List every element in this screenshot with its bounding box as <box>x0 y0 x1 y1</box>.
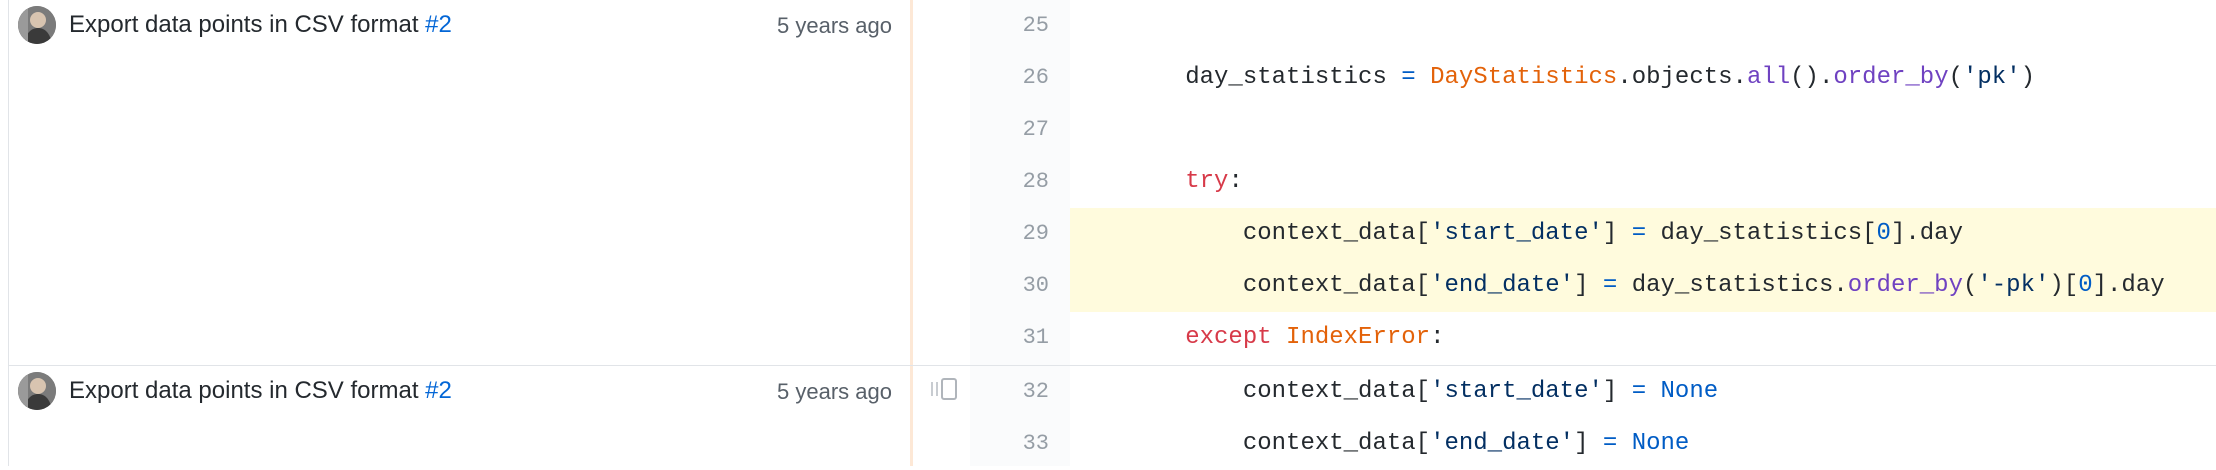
line-code: try: <box>1070 156 2216 208</box>
code-line: 32 context_data['start_date'] = None <box>0 366 2216 418</box>
code-token: all <box>1746 64 1791 91</box>
code-token: : <box>1228 168 1243 195</box>
code-token: context_data[ <box>1070 378 1431 405</box>
code-token: 0 <box>2078 272 2093 299</box>
code-token: = <box>1631 378 1647 405</box>
code-token: day_statistics. <box>1617 272 1848 299</box>
code-token: : <box>1430 324 1445 351</box>
code-token: '-pk' <box>1977 272 2050 299</box>
code-token: = <box>1602 430 1618 457</box>
line-number[interactable]: 29 <box>970 208 1049 260</box>
code-token: None <box>1660 378 1719 405</box>
code-token: IndexError <box>1286 324 1431 351</box>
code-token: order_by <box>1847 272 1963 299</box>
line-number[interactable]: 25 <box>970 0 1049 52</box>
code-line: 30 context_data['end_date'] = day_statis… <box>0 260 2216 312</box>
line-code: context_data['start_date'] = day_statist… <box>1070 208 2216 260</box>
code-token: 0 <box>1876 220 1891 247</box>
code-token: try <box>1185 168 1229 195</box>
line-code: day_statistics = DayStatistics.objects.a… <box>1070 52 2216 104</box>
line-code: except IndexError: <box>1070 312 2216 364</box>
code-token: day_statistics <box>1070 64 1402 91</box>
code-token: context_data[ <box>1070 272 1431 299</box>
code-token: None <box>1631 430 1690 457</box>
line-number[interactable]: 33 <box>970 418 1049 470</box>
line-code: context_data['end_date'] = None <box>1070 418 2216 470</box>
line-code <box>1070 0 2216 52</box>
code-token: (). <box>1790 64 1834 91</box>
code-token: 'start_date' <box>1430 378 1603 405</box>
code-token: 'start_date' <box>1430 220 1603 247</box>
line-number[interactable]: 30 <box>970 260 1049 312</box>
code-token: 'pk' <box>1963 64 2021 91</box>
code-token: ].day <box>2092 272 2165 299</box>
code-line: 31 except IndexError: <box>0 312 2216 364</box>
code-token: 'end_date' <box>1430 272 1575 299</box>
code-line: 28 try: <box>0 156 2216 208</box>
code-token: ( <box>1948 64 1963 91</box>
code-token: ( <box>1962 272 1978 299</box>
code-token: = <box>1602 272 1618 299</box>
code-line: 25 <box>0 0 2216 52</box>
code-token: )[ <box>2049 272 2079 299</box>
code-line: 26 day_statistics = DayStatistics.object… <box>0 52 2216 104</box>
code-token: ] <box>1574 272 1603 299</box>
code-token: = <box>1401 64 1416 91</box>
code-token: ) <box>2020 64 2036 91</box>
code-line: 33 context_data['end_date'] = None <box>0 418 2216 470</box>
code-token: 'end_date' <box>1430 430 1575 457</box>
code-token: order_by <box>1833 64 1949 91</box>
line-code <box>1070 104 2216 156</box>
line-number[interactable]: 26 <box>970 52 1049 104</box>
code-token: context_data[ <box>1070 220 1431 247</box>
line-number[interactable]: 31 <box>970 312 1049 364</box>
code-token: context_data[ <box>1070 430 1431 457</box>
code-token: ] <box>1574 430 1603 457</box>
code-token: except <box>1185 324 1272 351</box>
line-code: context_data['start_date'] = None <box>1070 366 2216 418</box>
code-token: day_statistics[ <box>1646 220 1877 247</box>
line-code: context_data['end_date'] = day_statistic… <box>1070 260 2216 312</box>
code-line: 29 context_data['start_date'] = day_stat… <box>0 208 2216 260</box>
code-token: ].day <box>1890 220 1963 247</box>
code-token: .objects. <box>1617 64 1747 91</box>
code-token: ] <box>1602 220 1632 247</box>
code-token: DayStatistics <box>1430 64 1618 91</box>
code-token: = <box>1631 220 1647 247</box>
line-number[interactable]: 28 <box>970 156 1049 208</box>
line-number[interactable]: 32 <box>970 366 1049 418</box>
code-line: 27 <box>0 104 2216 156</box>
line-number[interactable]: 27 <box>970 104 1049 156</box>
code-token: ] <box>1602 378 1632 405</box>
